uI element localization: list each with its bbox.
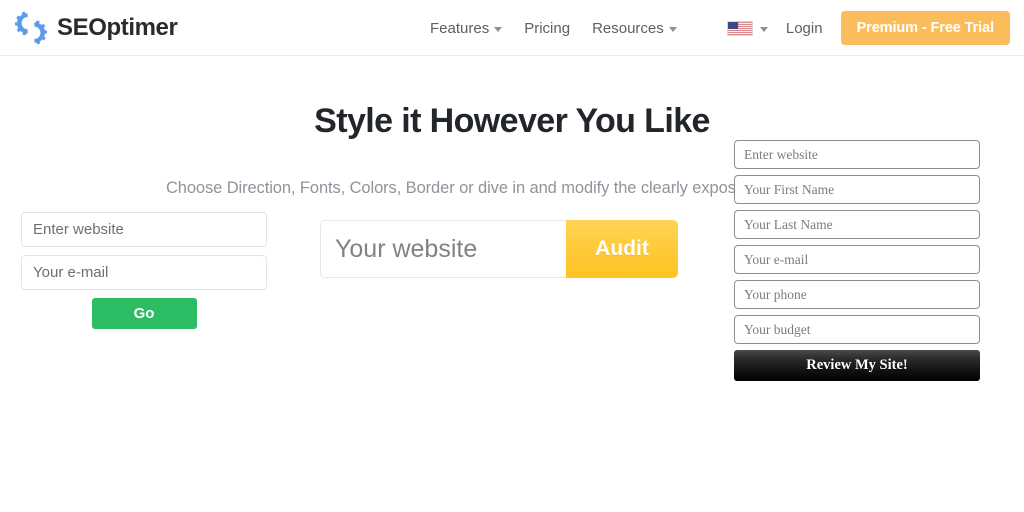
gear-s-logo-icon	[12, 11, 50, 45]
left-email-input[interactable]	[21, 255, 267, 290]
widget-right-form: Review My Site!	[734, 140, 980, 381]
nav-item-resources[interactable]: Resources	[592, 20, 677, 37]
language-selector[interactable]	[727, 21, 768, 36]
nav-item-pricing[interactable]: Pricing	[524, 20, 570, 37]
chevron-down-icon	[494, 27, 502, 32]
widget-showcase: Go Audit Review My Site!	[0, 198, 1024, 498]
right-budget-input[interactable]	[734, 315, 980, 344]
nav-item-label: Resources	[592, 20, 664, 37]
middle-website-input[interactable]	[320, 220, 566, 278]
header-right-actions: Login Premium - Free Trial	[727, 0, 1010, 56]
page-title: Style it However You Like	[0, 102, 1024, 141]
logo[interactable]: SEOptimer	[12, 8, 177, 48]
right-phone-input[interactable]	[734, 280, 980, 309]
logo-text: SEOptimer	[57, 16, 177, 40]
premium-free-trial-button[interactable]: Premium - Free Trial	[841, 11, 1010, 45]
chevron-down-icon	[669, 27, 677, 32]
login-link[interactable]: Login	[786, 20, 823, 37]
left-website-input[interactable]	[21, 212, 267, 247]
nav-item-label: Pricing	[524, 20, 570, 37]
left-go-button[interactable]: Go	[92, 298, 197, 329]
nav-item-features[interactable]: Features	[430, 20, 502, 37]
nav-item-label: Features	[430, 20, 489, 37]
us-flag-icon	[727, 21, 753, 36]
widget-middle-form: Audit	[320, 220, 678, 278]
right-email-input[interactable]	[734, 245, 980, 274]
widget-left-form: Go	[21, 212, 267, 329]
right-website-input[interactable]	[734, 140, 980, 169]
chevron-down-icon	[760, 27, 768, 32]
site-header: SEOptimer Features Pricing Resources	[0, 0, 1024, 56]
right-review-my-site-button[interactable]: Review My Site!	[734, 350, 980, 381]
right-first-name-input[interactable]	[734, 175, 980, 204]
middle-audit-button[interactable]: Audit	[566, 220, 678, 278]
right-last-name-input[interactable]	[734, 210, 980, 239]
main-navigation: Features Pricing Resources	[430, 0, 677, 56]
